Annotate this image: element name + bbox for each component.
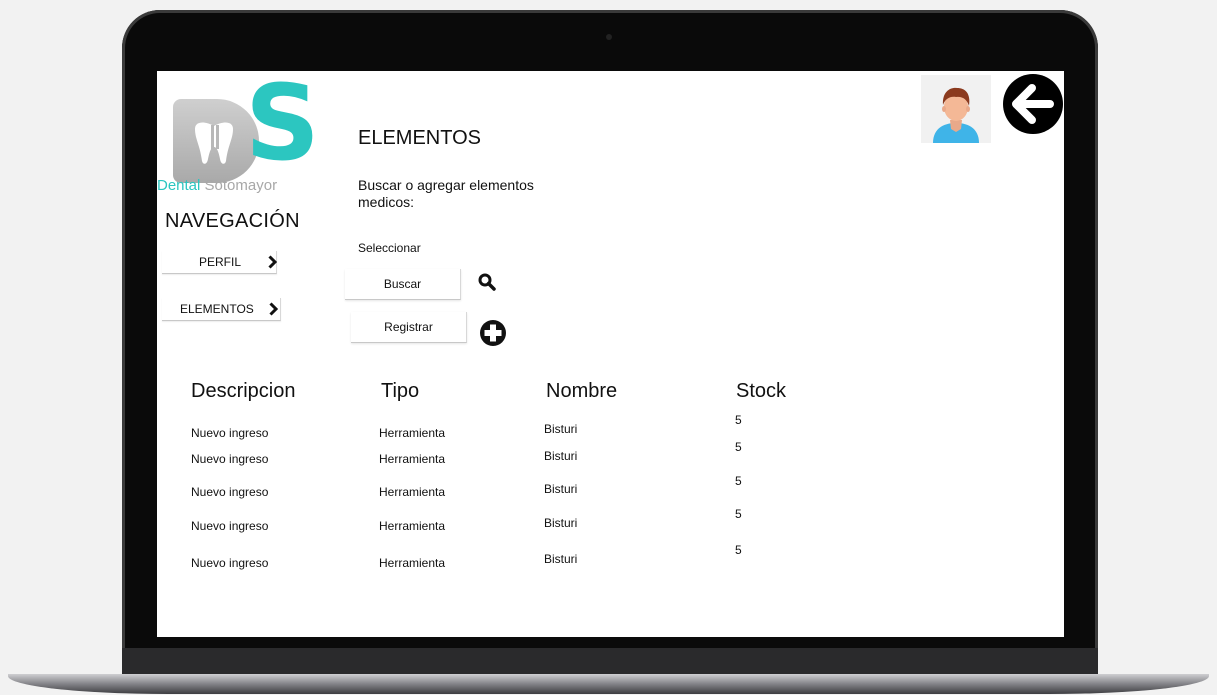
tooth-icon [195,122,233,164]
table-cell-stock: 5 [735,413,742,427]
nav-title: NAVEGACIÓN [165,210,300,232]
table-cell-tipo: Herramienta [379,485,446,499]
user-avatar-icon [933,87,979,143]
brand-name: Dental Sotomayor [157,177,277,194]
table-cell-stock: 5 [735,440,742,454]
camera-dot [606,34,612,40]
table-cell-descripcion: Nuevo ingreso [191,426,269,440]
chevron-right-icon [268,255,277,269]
nav-item-label: ELEMENTOS [180,302,254,316]
nav-item-perfil[interactable]: PERFIL [162,251,277,274]
column-header-stock: Stock [736,380,787,402]
table-cell-stock: 5 [735,543,742,557]
app-screen: S Dental Sotomayor NAVEGACIÓN PERFIL ELE… [157,71,1064,637]
chevron-right-icon [269,302,278,316]
laptop-base [8,674,1209,694]
column-header-descripcion: Descripcion [191,380,296,402]
table-cell-stock: 5 [735,474,742,488]
nav-item-label: PERFIL [199,255,242,269]
table-cell-nombre: Bisturi [544,552,578,566]
table-cell-nombre: Bisturi [544,449,578,463]
table-cell-descripcion: Nuevo ingreso [191,556,269,570]
column-header-tipo: Tipo [381,380,420,402]
table-cell-tipo: Herramienta [379,426,446,440]
column-header-nombre: Nombre [546,380,618,402]
avatar[interactable] [921,75,991,143]
search-button[interactable]: Buscar [345,269,461,300]
search-icon[interactable] [478,273,496,291]
section-description: Buscar o agregar elementos medicos: [358,177,534,210]
arrow-left-icon[interactable] [1002,73,1064,135]
plus-circle-icon[interactable] [479,319,507,347]
table-cell-tipo: Herramienta [379,452,446,466]
table-cell-nombre: Bisturi [544,516,578,530]
table-cell-tipo: Herramienta [379,519,446,533]
table-cell-nombre: Bisturi [544,422,578,436]
register-button[interactable]: Registrar [351,312,467,343]
brand-name-part2: Sotomayor [204,177,278,194]
logo-letter-s: S [245,71,320,184]
table-cell-descripcion: Nuevo ingreso [191,519,269,533]
table-cell-descripcion: Nuevo ingreso [191,452,269,466]
nav-item-elementos[interactable]: ELEMENTOS [162,298,281,321]
page-title: ELEMENTOS [358,127,481,149]
table-cell-tipo: Herramienta [379,556,446,570]
table-cell-descripcion: Nuevo ingreso [191,485,269,499]
select-label: Seleccionar [358,241,421,255]
table-cell-stock: 5 [735,507,742,521]
table-cell-nombre: Bisturi [544,482,578,496]
brand-name-part1: Dental [157,177,201,194]
